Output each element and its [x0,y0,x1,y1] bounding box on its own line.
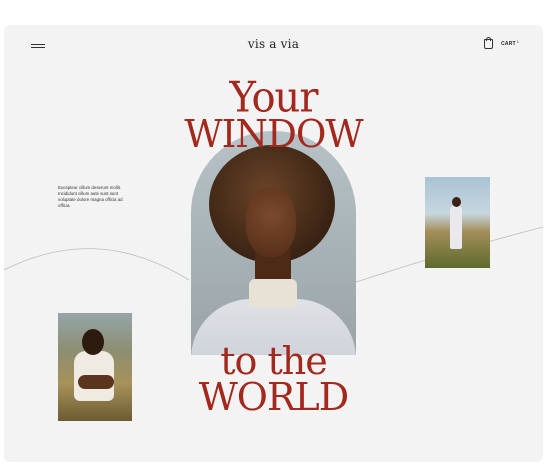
cart-button[interactable]: CART 1 [484,37,519,49]
brand-logo[interactable]: vis a via [4,37,543,51]
hero-line-window: WINDOW [184,112,363,156]
shopping-bag-icon [484,37,494,49]
cornfield-photo [425,177,490,268]
intro-text: Excepteur cillum deserunt mollit. Incidi… [58,185,123,208]
hero-portrait-image [191,131,356,355]
hero-heading-top: Your WINDOW [4,77,543,156]
cart-label: CART [501,41,516,47]
page-card: vis a via CART 1 Your WINDOW to the WORL… [4,25,543,462]
cart-count: 1 [516,38,519,44]
field-seated-photo [58,313,132,421]
